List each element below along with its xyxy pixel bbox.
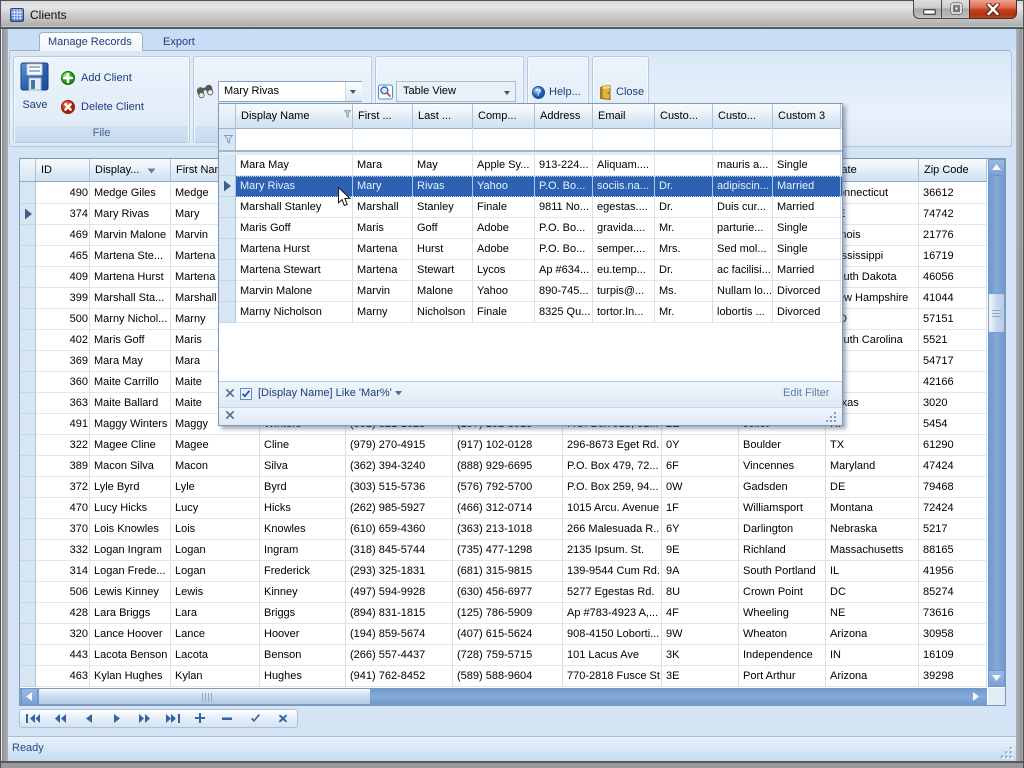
svg-text:?: ? (536, 88, 542, 98)
